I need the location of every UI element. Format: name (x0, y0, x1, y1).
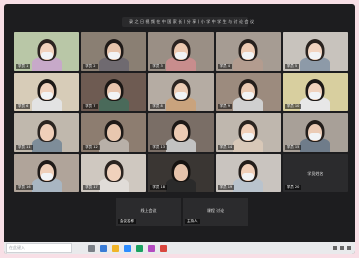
participant-name-label: 学员 14 (217, 144, 235, 150)
participant-video-tile[interactable]: 学员 6 (14, 72, 80, 111)
participant-placeholder-name: 课程 讨论 (206, 208, 225, 213)
participant-video-tile[interactable]: 学员 12 (81, 113, 147, 152)
participant-video-tile[interactable]: 学员 11 (14, 113, 80, 152)
meeting-app-icon[interactable] (124, 244, 131, 252)
meeting-window: 录 之 日 视 频 在 中 国 家 长 ( 分 享 ) 小 学 中 学 生 与 … (4, 4, 355, 254)
participant-video-tile[interactable]: 课程 讨论主持人 (183, 198, 248, 226)
participant-name-label: 学员 8 (150, 104, 165, 109)
face-mask (174, 51, 187, 59)
participant-video-tile[interactable]: 学员 19 (215, 153, 281, 192)
network-icon[interactable] (333, 246, 337, 250)
face-mask (242, 92, 255, 99)
taskbar-apps (88, 244, 167, 252)
participant-video-tile[interactable]: 学员 13 (148, 113, 214, 152)
participant-video-tile[interactable]: 学员 3 (148, 32, 214, 71)
windows-taskbar: 在此键入 (4, 242, 355, 254)
participant-name-label: 学员 7 (83, 104, 98, 109)
task-view-icon[interactable] (88, 244, 95, 252)
participant-name-label: 会议名称 (118, 219, 136, 224)
participant-name-label: 学员 6 (16, 104, 31, 109)
browser-icon[interactable] (100, 244, 107, 252)
participant-video-tile[interactable]: 学员 16 (14, 153, 80, 192)
participant-face (106, 123, 121, 141)
face-mask (40, 51, 53, 59)
face-mask (242, 173, 255, 180)
recording-indicator[interactable]: 录 之 日 视 频 在 中 国 家 长 ( 分 享 ) 小 学 中 学 生 与 … (122, 17, 254, 27)
participant-name-label: 主持人 (185, 219, 200, 224)
participant-video-tile[interactable]: 学员 15 (282, 113, 348, 152)
participant-video-tile[interactable]: 学员 9 (215, 72, 281, 111)
participant-name-label: 学员 15 (284, 144, 302, 150)
participant-name-label: 学员 11 (16, 144, 33, 150)
face-mask (309, 51, 322, 59)
system-tray (333, 246, 351, 250)
participant-name-label: 学员 20 (284, 185, 302, 190)
participant-video-tile[interactable]: 学员 10 (282, 72, 348, 111)
face-mask (242, 132, 255, 140)
participant-name-label: 学员 9 (217, 104, 232, 109)
participant-video-tile[interactable]: 学员 7 (81, 72, 147, 111)
participant-name-label: 学员 13 (150, 144, 167, 150)
face-mask (107, 51, 120, 59)
participant-name-label: 学员 4 (217, 63, 232, 69)
taskbar-search-input[interactable]: 在此键入 (6, 243, 72, 253)
notification-icon[interactable] (347, 246, 351, 250)
participant-video-tile[interactable]: 线上会议会议名称 (116, 198, 181, 226)
recording-text: 录 之 日 视 频 在 中 国 家 长 ( 分 享 ) 小 学 中 学 生 与 … (129, 19, 255, 24)
participant-face (39, 123, 54, 141)
video-grid: 学员 1 学员 2 学员 3 学员 4 学员 5 学员 6 学员 7 学员 8 学员 9 学员 1… (14, 32, 348, 192)
participant-video-tile[interactable]: 学员 2 (81, 32, 147, 71)
face-mask (40, 92, 53, 99)
face-mask (242, 51, 255, 59)
face-mask (309, 92, 322, 99)
participant-name-label: 学员 3 (150, 63, 165, 69)
participant-placeholder-name: 线上会议 (140, 208, 157, 213)
app-icon[interactable] (136, 244, 143, 252)
participant-video-tile[interactable]: 学员 14 (215, 113, 281, 152)
app-icon[interactable] (160, 244, 167, 252)
face-mask (309, 132, 322, 140)
participant-placeholder-name: 学员姓名 (307, 170, 324, 176)
participant-name-label: 学员 2 (83, 63, 98, 69)
bottom-video-row: 线上会议 会议名称 课程 讨论 主持人 (116, 198, 248, 226)
face-mask (40, 173, 53, 180)
participant-video-tile[interactable]: 学员 4 (215, 32, 281, 71)
participant-name-label: 学员 17 (83, 185, 100, 190)
participant-video-tile[interactable]: 学员 1 (14, 32, 80, 71)
participant-video-tile[interactable]: 学员 8 (148, 72, 214, 111)
participant-face (173, 123, 188, 141)
participant-name-label: 学员 1 (16, 63, 31, 69)
face-mask (107, 92, 120, 99)
participant-name-label: 学员 16 (16, 185, 33, 190)
participant-video-tile[interactable]: 学员 17 (81, 153, 147, 192)
participant-face (106, 164, 121, 181)
participant-name-label: 学员 10 (284, 104, 302, 109)
participant-video-tile[interactable]: 学员姓名学员 20 (282, 153, 348, 192)
participant-name-label: 学员 5 (284, 63, 300, 69)
participant-video-tile[interactable]: 学员 18 (148, 153, 214, 192)
folder-icon[interactable] (112, 244, 119, 252)
participant-name-label: 学员 18 (150, 185, 167, 190)
participant-name-label: 学员 12 (83, 144, 100, 150)
participant-name-label: 学员 19 (217, 185, 235, 190)
face-mask (174, 92, 187, 99)
volume-icon[interactable] (340, 246, 344, 250)
app-icon[interactable] (148, 244, 155, 252)
participant-face (173, 164, 188, 181)
participant-video-tile[interactable]: 学员 5 (282, 32, 348, 71)
